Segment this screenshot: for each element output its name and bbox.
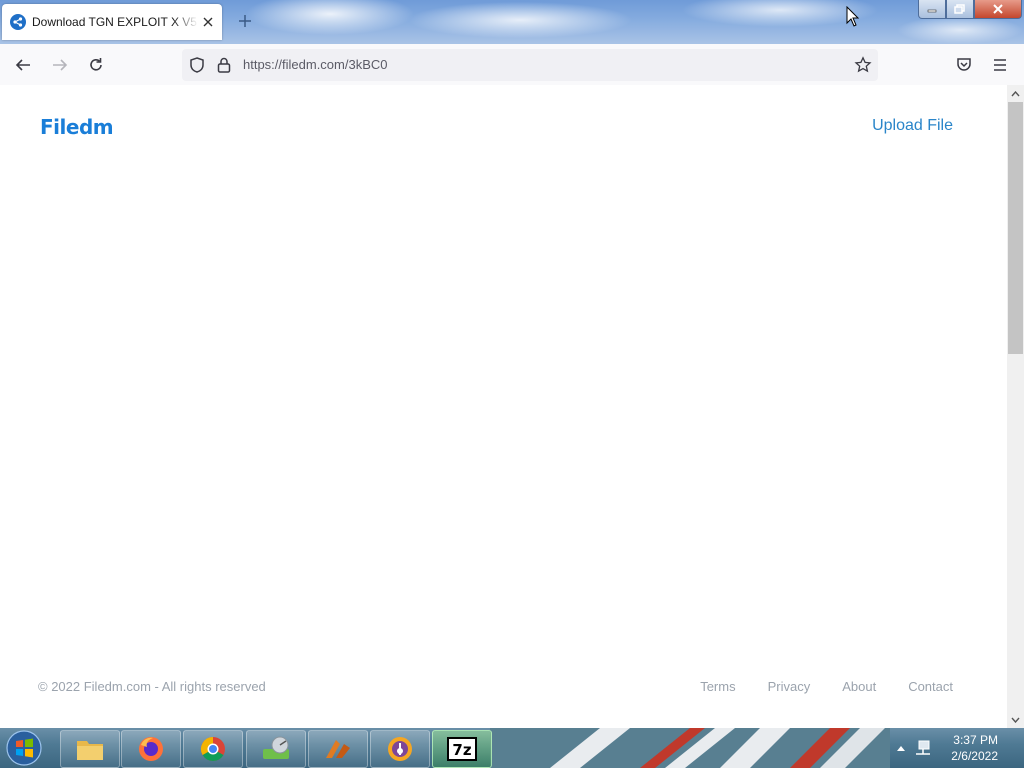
scroll-down-arrow-icon[interactable]	[1007, 711, 1024, 728]
close-window-button[interactable]	[974, 0, 1022, 19]
taskbar-tor-browser[interactable]	[370, 730, 430, 768]
footer-link-contact[interactable]: Contact	[908, 679, 953, 694]
taskbar-disk-tool[interactable]	[246, 730, 306, 768]
footer-copyright: © 2022 Filedm.com - All rights reserved	[38, 679, 266, 694]
bookmark-star-button[interactable]	[851, 53, 875, 77]
share-favicon-icon	[10, 14, 26, 30]
network-icon[interactable]	[914, 740, 932, 756]
winrar-like-icon	[326, 740, 350, 758]
new-tab-plus-icon[interactable]	[236, 12, 254, 30]
footer-link-privacy[interactable]: Privacy	[768, 679, 811, 694]
pocket-button[interactable]	[952, 53, 976, 77]
tor-browser-icon	[388, 737, 412, 761]
reload-icon	[90, 58, 102, 71]
vertical-scrollbar[interactable]	[1007, 85, 1024, 728]
window-controls	[918, 0, 1022, 19]
url-path: 3kBC0	[348, 57, 388, 72]
taskbar-app-orange[interactable]	[308, 730, 368, 768]
pocket-icon	[957, 58, 971, 71]
wallpaper-art	[490, 728, 890, 768]
back-arrow-icon	[15, 59, 30, 71]
navigation-bar: https://filedm.com/3kBC0	[0, 44, 1024, 86]
forward-button[interactable]	[48, 53, 72, 77]
lock-icon[interactable]	[216, 56, 232, 74]
restore-button[interactable]	[946, 0, 974, 19]
tab-title: Download TGN EXPLOIT X V5.3.zip	[32, 15, 198, 29]
clock-time: 3:37 PM	[953, 733, 998, 747]
windows-orb-icon	[6, 730, 42, 766]
system-tray: 3:37 PM 2/6/2022	[884, 728, 1024, 768]
mouse-cursor-icon	[846, 6, 860, 27]
browser-tab[interactable]: Download TGN EXPLOIT X V5.3.zip	[2, 4, 222, 40]
taskbar-firefox[interactable]	[121, 730, 181, 768]
url-host: https://filedm.com/	[243, 57, 349, 72]
taskbar-7zip[interactable]: 7z	[432, 730, 492, 768]
tracking-shield-icon[interactable]	[188, 56, 206, 74]
scrollbar-thumb[interactable]	[1008, 102, 1023, 354]
start-button[interactable]	[4, 729, 44, 767]
star-icon	[854, 56, 872, 73]
reload-button[interactable]	[84, 53, 108, 77]
footer-link-about[interactable]: About	[842, 679, 876, 694]
system-clock[interactable]: 3:37 PM 2/6/2022	[951, 732, 998, 764]
chrome-icon	[200, 737, 225, 762]
forward-arrow-icon	[53, 59, 68, 71]
browser-title-bar: Download TGN EXPLOIT X V5.3.zip	[0, 0, 1024, 44]
upload-file-link[interactable]: Upload File	[872, 117, 953, 135]
svg-text:7z: 7z	[452, 741, 471, 759]
taskbar-chrome[interactable]	[183, 730, 243, 768]
7zip-icon: 7z	[447, 737, 477, 761]
taskbar: 7z 3:37 PM 2/6/2022	[0, 728, 1024, 768]
firefox-icon	[139, 737, 163, 761]
disk-drive-icon	[263, 736, 289, 759]
hamburger-menu-icon	[994, 59, 1006, 71]
footer-links: Terms Privacy About Contact	[700, 679, 953, 694]
scroll-up-arrow-icon[interactable]	[1007, 85, 1024, 102]
footer-link-terms[interactable]: Terms	[700, 679, 735, 694]
url-text[interactable]: https://filedm.com/3kBC0	[243, 57, 388, 72]
taskbar-file-explorer[interactable]	[60, 730, 120, 768]
show-hidden-icons-icon[interactable]	[896, 744, 906, 752]
site-logo[interactable]: Filedm	[40, 115, 114, 139]
clock-date: 2/6/2022	[951, 749, 998, 763]
back-button[interactable]	[11, 53, 35, 77]
page-viewport: Filedm Upload File © 2022 Filedm.com - A…	[0, 85, 1007, 728]
address-bar[interactable]: https://filedm.com/3kBC0	[182, 49, 878, 81]
tab-close-icon[interactable]	[200, 14, 216, 30]
app-menu-button[interactable]	[988, 53, 1012, 77]
folder-icon	[77, 741, 103, 760]
minimize-button[interactable]	[918, 0, 946, 19]
